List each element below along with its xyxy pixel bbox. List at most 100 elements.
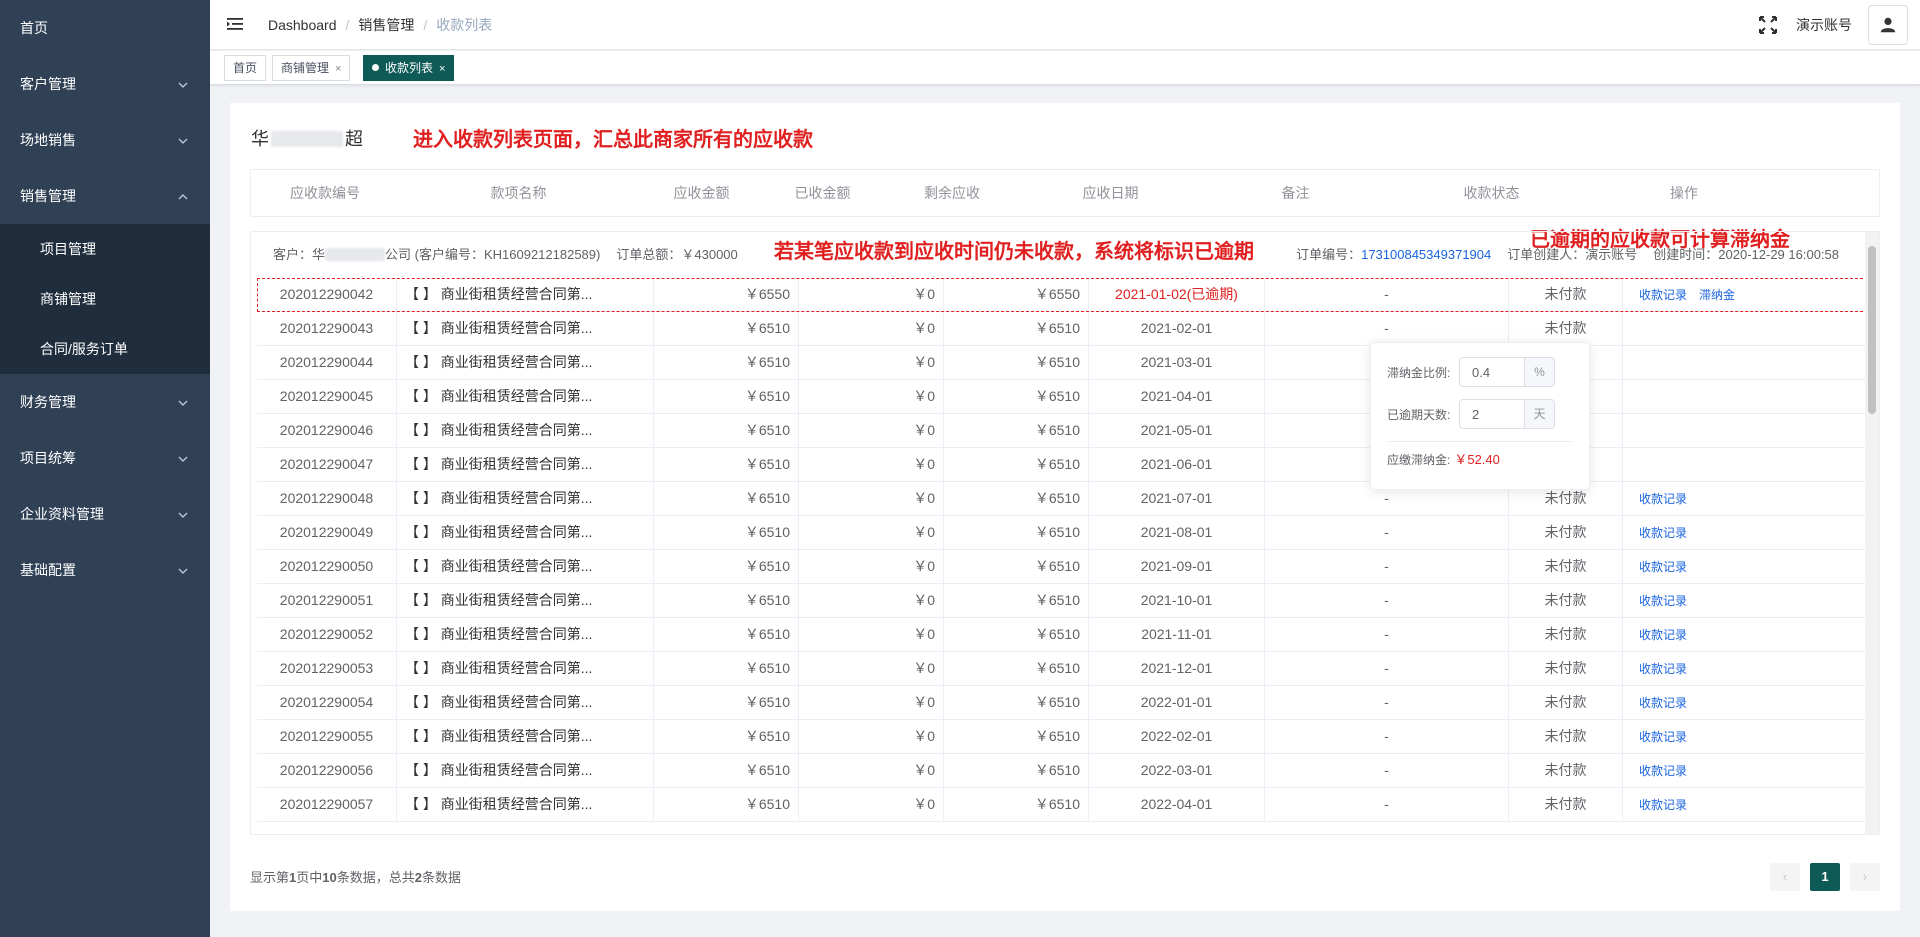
remark: -: [1265, 312, 1509, 345]
receivable-no: 202012290042: [257, 278, 397, 311]
receipt-record-link[interactable]: 收款记录: [1639, 492, 1687, 506]
late-fee-link[interactable]: 滞纳金: [1699, 288, 1735, 302]
sidebar-item-label: 财务管理: [20, 394, 76, 410]
remark: -: [1265, 278, 1509, 311]
receipt-record-link[interactable]: 收款记录: [1639, 764, 1687, 778]
receivable-no: 202012290045: [257, 380, 397, 413]
sidebar-item-label: 企业资料管理: [20, 506, 104, 522]
close-icon[interactable]: ×: [439, 63, 445, 75]
received-amount: ￥0: [799, 550, 944, 583]
sidebar-item-sales[interactable]: 销售管理: [0, 168, 210, 224]
result-label: 应缴滞纳金:: [1387, 453, 1451, 467]
chevron-down-icon: [178, 542, 188, 598]
merchant-title: 华超: [251, 125, 363, 151]
fullscreen-icon[interactable]: [1758, 15, 1778, 35]
customer-value: 公司 (客户编号：KH1609212182589): [385, 247, 601, 262]
received-amount: ￥0: [799, 584, 944, 617]
payment-status: 未付款: [1509, 720, 1623, 753]
due-amount: ￥6510: [654, 448, 799, 481]
hamburger-icon[interactable]: [226, 15, 244, 33]
receivable-no: 202012290053: [257, 652, 397, 685]
remaining-amount: ￥6510: [944, 346, 1089, 379]
remaining-amount: ￥6510: [944, 448, 1089, 481]
avatar[interactable]: [1868, 5, 1908, 45]
receipt-record-link[interactable]: 收款记录: [1639, 594, 1687, 608]
receivable-no: 202012290047: [257, 448, 397, 481]
page-1-button[interactable]: 1: [1810, 863, 1840, 891]
tag-home[interactable]: 首页: [224, 55, 267, 81]
due-amount: ￥6510: [654, 618, 799, 651]
prev-page-button[interactable]: ‹: [1770, 863, 1800, 891]
breadcrumb-dashboard[interactable]: Dashboard: [268, 17, 337, 33]
item-name: 【 】 商业街租赁经营合同第...: [397, 618, 654, 651]
receivable-no: 202012290055: [257, 720, 397, 753]
receipt-record-link[interactable]: 收款记录: [1639, 730, 1687, 744]
remaining-amount: ￥6550: [944, 278, 1089, 311]
sidebar-subitem-shop[interactable]: 商铺管理: [0, 274, 210, 324]
due-date: 2021-02-01: [1089, 312, 1265, 345]
payment-status: 未付款: [1509, 686, 1623, 719]
next-page-button[interactable]: ›: [1850, 863, 1880, 891]
sidebar-item-finance[interactable]: 财务管理: [0, 374, 210, 430]
item-name: 【 】 商业街租赁经营合同第...: [397, 788, 654, 821]
remark: -: [1265, 788, 1509, 821]
table-row: 202012290053 【 】 商业街租赁经营合同第... ￥6510 ￥0 ￥651…: [257, 652, 1873, 686]
breadcrumb-sales[interactable]: 销售管理: [358, 17, 414, 33]
chevron-down-icon: [178, 112, 188, 168]
received-amount: ￥0: [799, 686, 944, 719]
late-fee-popover: 滞纳金比例: % 已逾期天数: 天 应缴滞纳金:￥52.40: [1370, 342, 1590, 490]
due-date: 2022-04-01: [1089, 788, 1265, 821]
receipt-record-link[interactable]: 收款记录: [1639, 662, 1687, 676]
row-actions: 收款记录: [1623, 482, 1843, 515]
sidebar-item-customer[interactable]: 客户管理: [0, 56, 210, 112]
merchant-prefix: 华: [251, 129, 269, 149]
scrollbar[interactable]: [1865, 232, 1879, 834]
row-actions: 收款记录: [1623, 788, 1843, 821]
sidebar-subitem-contract[interactable]: 合同/服务订单: [0, 324, 210, 374]
received-amount: ￥0: [799, 720, 944, 753]
percent-suffix: %: [1525, 357, 1555, 387]
tag-receipts[interactable]: 收款列表 ×: [363, 55, 455, 81]
receipt-record-link[interactable]: 收款记录: [1639, 696, 1687, 710]
pagination-info: 显示第1页中10条数据，总共2条数据: [250, 870, 461, 885]
receipt-record-link[interactable]: 收款记录: [1639, 798, 1687, 812]
receipt-record-link[interactable]: 收款记录: [1639, 560, 1687, 574]
due-amount: ￥6510: [654, 482, 799, 515]
sidebar-item-config[interactable]: 基础配置: [0, 542, 210, 598]
creator-label: 订单创建人：: [1507, 247, 1586, 262]
tag-label: 商铺管理: [281, 61, 330, 75]
late-fee-result: 应缴滞纳金: ￥52.40: [1387, 450, 1573, 470]
chevron-up-icon: [178, 168, 188, 224]
row-actions: 收款记录: [1623, 584, 1843, 617]
scroll-thumb[interactable]: [1868, 246, 1876, 414]
item-name: 【 】 商业街租赁经营合同第...: [397, 686, 654, 719]
due-amount: ￥6510: [654, 516, 799, 549]
payment-status: 未付款: [1509, 312, 1623, 345]
due-date: 2021-06-01: [1089, 448, 1265, 481]
sidebar-item-venue-sales[interactable]: 场地销售: [0, 112, 210, 168]
sidebar-item-enterprise[interactable]: 企业资料管理: [0, 486, 210, 542]
receipt-record-link[interactable]: 收款记录: [1639, 288, 1687, 302]
close-icon[interactable]: ×: [335, 63, 341, 75]
customer-prefix: 华: [312, 247, 326, 262]
sidebar-item-label: 销售管理: [20, 188, 76, 204]
received-amount: ￥0: [799, 278, 944, 311]
receipt-record-link[interactable]: 收款记录: [1639, 628, 1687, 642]
remaining-amount: ￥6510: [944, 652, 1089, 685]
order-total: ￥430000: [681, 247, 738, 262]
account-name[interactable]: 演示账号: [1796, 15, 1852, 35]
due-date: 2022-02-01: [1089, 720, 1265, 753]
tag-shop[interactable]: 商铺管理 ×: [272, 55, 351, 81]
order-no-link[interactable]: 173100845349371904: [1361, 247, 1491, 262]
remaining-amount: ￥6510: [944, 414, 1089, 447]
received-amount: ￥0: [799, 346, 944, 379]
sidebar-item-planning[interactable]: 项目统筹: [0, 430, 210, 486]
due-amount: ￥6510: [654, 652, 799, 685]
late-fee-rate-input[interactable]: [1459, 357, 1525, 387]
sidebar-subitem-project[interactable]: 项目管理: [0, 224, 210, 274]
remaining-amount: ￥6510: [944, 312, 1089, 345]
receipt-record-link[interactable]: 收款记录: [1639, 526, 1687, 540]
overdue-days-input[interactable]: [1459, 399, 1525, 429]
sidebar-item-home[interactable]: 首页: [0, 0, 210, 56]
payment-status: 未付款: [1509, 788, 1623, 821]
